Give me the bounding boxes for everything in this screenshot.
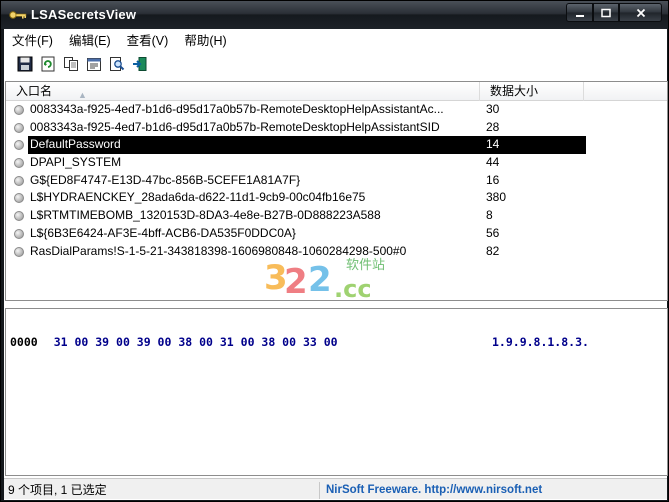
list-header: 入口名 ▲ 数据大小: [6, 82, 667, 101]
hex-line: 0000 31 00 39 00 39 00 38 00 31 00 38 00 …: [10, 335, 589, 349]
column-header-size[interactable]: 数据大小: [480, 82, 584, 101]
list-row[interactable]: L$RTMTIMEBOMB_1320153D-8DA3-4e8e-B27B-0D…: [6, 207, 667, 225]
entry-icon: [14, 175, 24, 186]
entry-name: DPAPI_SYSTEM: [30, 155, 122, 170]
entry-size: 380: [486, 190, 507, 205]
close-icon: [636, 8, 645, 17]
entry-name: L${6B3E6424-AF3E-4bff-ACB6-DA535F0DDC0A}: [30, 225, 296, 240]
status-item-count: 9 个项目, 1 已选定: [6, 482, 320, 499]
caption-buttons: [566, 3, 662, 22]
list-rows: 0083343a-f925-4ed7-b1d6-d95d17a0b57b-Rem…: [6, 101, 667, 260]
toolbar: [4, 51, 667, 77]
entry-size: 82: [486, 243, 500, 258]
maximize-icon: [601, 8, 611, 17]
entry-icon: [14, 122, 24, 133]
column-header-filler: [584, 82, 667, 101]
list-row[interactable]: DPAPI_SYSTEM 44: [6, 154, 667, 172]
column-header-name-label: 入口名: [16, 84, 53, 98]
entry-name: 0083343a-f925-4ed7-b1d6-d95d17a0b57b-Rem…: [30, 119, 440, 134]
properties-button[interactable]: [83, 53, 105, 75]
list-row[interactable]: RasDialParams!S-1-5-21-343818398-1606980…: [6, 243, 667, 261]
menu-bar: 文件(F) 编辑(E) 查看(V) 帮助(H): [4, 29, 667, 49]
properties-icon: [87, 58, 101, 71]
entry-size: 56: [486, 225, 500, 240]
entry-name: 0083343a-f925-4ed7-b1d6-d95d17a0b57b-Rem…: [30, 102, 444, 116]
menu-view[interactable]: 查看(V): [119, 30, 177, 49]
entry-name: G${ED8F4747-E13D-47bc-856B-5CEFE1A81A7F}: [30, 172, 301, 187]
exit-icon: [133, 57, 147, 71]
copy-icon: [64, 57, 78, 71]
minimize-button[interactable]: [566, 3, 593, 22]
menu-edit[interactable]: 编辑(E): [61, 30, 119, 49]
window-title: LSASecretsView: [31, 7, 137, 22]
copy-button[interactable]: [60, 53, 82, 75]
hex-dump-pane[interactable]: 0000 31 00 39 00 39 00 38 00 31 00 38 00 …: [5, 308, 668, 476]
list-row[interactable]: 0083343a-f925-4ed7-b1d6-d95d17a0b57b-Rem…: [6, 119, 667, 137]
column-header-name[interactable]: 入口名 ▲: [6, 82, 480, 101]
entry-name: L$HYDRAENCKEY_28ada6da-d622-11d1-9cb9-00…: [30, 190, 366, 205]
entry-icon: [14, 193, 24, 204]
save-button[interactable]: [14, 53, 36, 75]
title-bar[interactable]: LSASecretsView: [1, 1, 668, 29]
entry-icon: [14, 211, 24, 222]
entry-size: 8: [486, 208, 493, 223]
list-row[interactable]: L$HYDRAENCKEY_28ada6da-d622-11d1-9cb9-00…: [6, 189, 667, 207]
hex-ascii: 1.9.9.8.1.8.3.: [492, 335, 589, 349]
refresh-icon: [41, 56, 55, 72]
client-area: 文件(F) 编辑(E) 查看(V) 帮助(H) 入口名 ▲ 数据大小 00833…: [4, 29, 668, 500]
entry-icon: [14, 105, 24, 115]
entry-size: 30: [486, 102, 500, 116]
find-button[interactable]: [106, 53, 128, 75]
status-nirsoft-link[interactable]: NirSoft Freeware. http://www.nirsoft.net: [326, 482, 542, 499]
hex-bytes: 31 00 39 00 39 00 38 00 31 00 38 00 33 0…: [53, 335, 338, 349]
list-row[interactable]: L${6B3E6424-AF3E-4bff-ACB6-DA535F0DDC0A}…: [6, 225, 667, 243]
find-icon: [110, 57, 125, 71]
save-icon: [17, 56, 33, 72]
refresh-button[interactable]: [37, 53, 59, 75]
secrets-list[interactable]: 入口名 ▲ 数据大小 0083343a-f925-4ed7-b1d6-d95d1…: [5, 81, 668, 301]
entry-size: 44: [486, 155, 500, 170]
column-header-size-label: 数据大小: [490, 84, 539, 98]
entry-name: DefaultPassword: [30, 137, 121, 152]
entry-size: 28: [486, 119, 500, 134]
list-row[interactable]: 0083343a-f925-4ed7-b1d6-d95d17a0b57b-Rem…: [6, 101, 667, 119]
maximize-button[interactable]: [593, 3, 619, 22]
entry-name: RasDialParams!S-1-5-21-343818398-1606980…: [30, 243, 407, 258]
menu-file[interactable]: 文件(F): [4, 30, 61, 49]
hex-offset: 0000: [10, 335, 38, 349]
entry-icon: [14, 140, 24, 151]
app-window: LSASecretsView 文件(F) 编辑(E) 查看(V) 帮助(H) 入…: [0, 0, 669, 502]
status-bar: 9 个项目, 1 已选定 NirSoft Freeware. http://ww…: [4, 478, 667, 499]
key-icon: [9, 11, 27, 19]
entry-icon: [14, 158, 24, 169]
close-button[interactable]: [619, 3, 662, 22]
list-row[interactable]: G${ED8F4747-E13D-47bc-856B-5CEFE1A81A7F}…: [6, 172, 667, 190]
entry-name: L$RTMTIMEBOMB_1320153D-8DA3-4e8e-B27B-0D…: [30, 208, 381, 223]
menu-help[interactable]: 帮助(H): [176, 30, 234, 49]
entry-icon: [14, 228, 24, 239]
exit-button[interactable]: [129, 53, 151, 75]
list-row-selected[interactable]: DefaultPassword 14: [6, 136, 667, 155]
entry-icon: [14, 246, 24, 257]
entry-size: 14: [486, 137, 500, 152]
entry-size: 16: [486, 172, 500, 187]
minimize-icon: [575, 14, 584, 17]
